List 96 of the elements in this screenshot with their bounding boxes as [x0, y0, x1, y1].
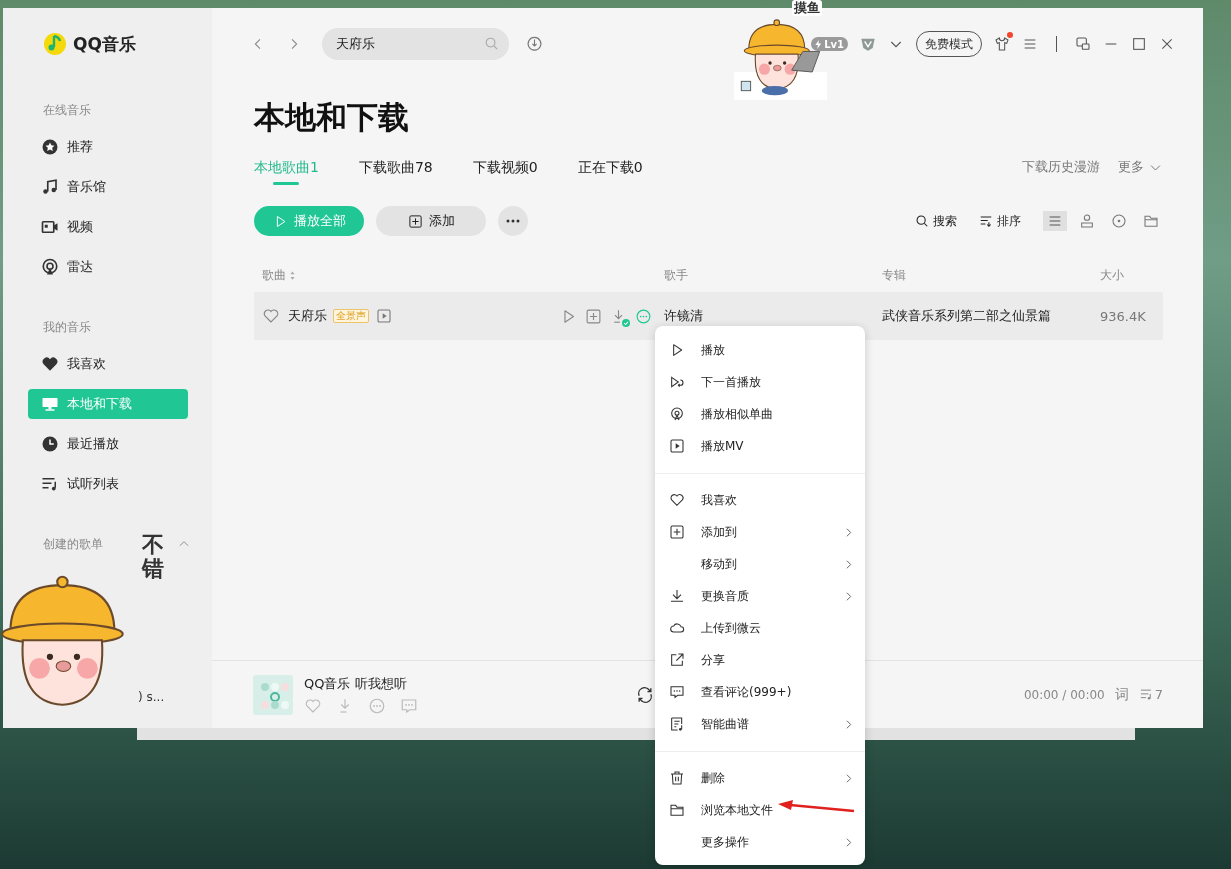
- radar-icon: [41, 258, 59, 276]
- album-cell[interactable]: 武侠音乐系列第二部之仙景篇: [882, 307, 1100, 325]
- menu-item[interactable]: 移动到: [655, 548, 865, 580]
- mini-player-icon[interactable]: [1075, 36, 1091, 52]
- size-cell-text: 936.4K: [1100, 308, 1147, 324]
- singer-cell[interactable]: 许镜清: [664, 307, 882, 325]
- maximize-icon[interactable]: [1131, 36, 1147, 52]
- folder-icon: [669, 802, 685, 818]
- plus-icon[interactable]: [585, 307, 602, 325]
- sidebar-item[interactable]: 音乐馆: [28, 167, 188, 207]
- sort-arrows-icon: [289, 269, 296, 281]
- repeat-icon[interactable]: [635, 684, 655, 705]
- menu-item[interactable]: 分享: [655, 644, 865, 676]
- menu-item[interactable]: 更换音质: [655, 580, 865, 612]
- menu-item[interactable]: 播放相似单曲: [655, 398, 865, 430]
- menu-item[interactable]: 添加到: [655, 516, 865, 548]
- search-field[interactable]: 天府乐: [322, 28, 509, 60]
- search-icon: [484, 36, 499, 51]
- menu-item[interactable]: 播放MV: [655, 430, 865, 462]
- song-title: 天府乐: [288, 307, 327, 325]
- tab[interactable]: 下载视频0: [472, 152, 538, 182]
- section-title: 创建的歌单: [43, 536, 103, 553]
- playback-time: 00:00 / 00:00: [1023, 687, 1105, 702]
- close-icon[interactable]: [1159, 36, 1175, 52]
- clock-icon: [41, 435, 59, 453]
- search-icon: [915, 214, 929, 228]
- menu-item[interactable]: 我喜欢: [655, 484, 865, 516]
- quality-badge: 全景声: [333, 309, 369, 323]
- app-logo-icon: [43, 32, 67, 56]
- sidebar-item[interactable]: 推荐: [28, 127, 188, 167]
- level-text: Lv1: [824, 38, 844, 50]
- song-row[interactable]: 天府乐 全景声 许镜清 武侠音乐系列第二部之仙景篇 936.4K: [254, 292, 1163, 340]
- mv-icon: [669, 438, 685, 454]
- sidebar-item[interactable]: 我喜欢: [28, 344, 188, 384]
- more-dropdown[interactable]: 更多: [1118, 158, 1163, 176]
- column-header[interactable]: 专辑: [882, 266, 1100, 284]
- album-cover-icon: [253, 674, 293, 715]
- history-link[interactable]: 下载历史漫游: [1022, 158, 1100, 176]
- more-icon[interactable]: [368, 696, 386, 715]
- sidebar-item[interactable]: 最近播放: [28, 424, 188, 464]
- video-camera-icon: [41, 218, 59, 236]
- sidebar-item[interactable]: 雷达: [28, 247, 188, 287]
- app-logo-text: QQ音乐: [73, 32, 136, 56]
- ellipsis-icon: [506, 219, 520, 223]
- page-title: 本地和下载: [254, 98, 410, 137]
- skin-icon[interactable]: [994, 36, 1010, 52]
- sort-button[interactable]: 排序: [979, 212, 1021, 230]
- tab[interactable]: 正在下载0: [577, 152, 643, 182]
- sheet-music-icon: [669, 716, 685, 732]
- sort-icon: [979, 214, 993, 228]
- menu-item[interactable]: 下一首播放: [655, 366, 865, 398]
- music-note-icon: [41, 178, 59, 196]
- column-header[interactable]: 歌曲: [262, 266, 664, 284]
- heart-icon[interactable]: [304, 696, 322, 715]
- section-title: 在线音乐: [43, 102, 92, 119]
- comment-icon[interactable]: [400, 696, 418, 715]
- cloud-icon: [669, 620, 685, 636]
- play-next-icon: [669, 374, 685, 390]
- sticker-caption: 不错: [142, 533, 164, 582]
- sticker-caption: 摸鱼: [792, 0, 822, 16]
- trash-icon: [669, 770, 685, 786]
- menu-item[interactable]: 删除: [655, 762, 865, 794]
- radar-icon: [669, 406, 685, 422]
- menu-item[interactable]: 上传到微云: [655, 612, 865, 644]
- download-icon: [669, 588, 685, 604]
- column-header[interactable]: 歌手: [664, 266, 882, 284]
- search-button[interactable]: 搜索: [915, 212, 957, 230]
- list-view-icon[interactable]: [1043, 211, 1067, 231]
- menu-item[interactable]: 智能曲谱: [655, 708, 865, 740]
- playlist-item[interactable]: ) s...: [138, 690, 212, 704]
- monitor-icon: [41, 395, 59, 413]
- tab[interactable]: 下载歌曲78: [358, 152, 433, 182]
- menu-icon[interactable]: [1022, 36, 1038, 52]
- sidebar-item[interactable]: 视频: [28, 207, 188, 247]
- section-title: 我的音乐: [43, 319, 92, 336]
- lyrics-button[interactable]: 词: [1114, 685, 1129, 704]
- menu-item[interactable]: 更多操作: [655, 826, 865, 858]
- more-icon[interactable]: [635, 307, 652, 325]
- heart-icon[interactable]: [262, 307, 280, 325]
- plus-icon: [669, 524, 685, 540]
- playlist-icon: [41, 475, 59, 493]
- menu-item[interactable]: 查看评论(999+): [655, 676, 865, 708]
- mv-icon[interactable]: [375, 308, 393, 324]
- heart-icon: [669, 492, 685, 508]
- add-button[interactable]: 添加: [376, 206, 486, 236]
- heart-icon: [41, 355, 59, 373]
- queue-icon: [1138, 687, 1154, 702]
- vip-icon[interactable]: [860, 36, 876, 52]
- column-header[interactable]: 大小: [1100, 266, 1163, 284]
- share-icon: [669, 652, 685, 668]
- sidebar-item[interactable]: 试听列表: [28, 464, 188, 504]
- now-playing-title: QQ音乐 听我想听: [304, 674, 408, 693]
- menu-item[interactable]: 浏览本地文件: [655, 794, 865, 826]
- more-options-button[interactable]: [498, 206, 528, 236]
- plus-icon: [407, 213, 423, 229]
- comment-icon: [669, 684, 685, 700]
